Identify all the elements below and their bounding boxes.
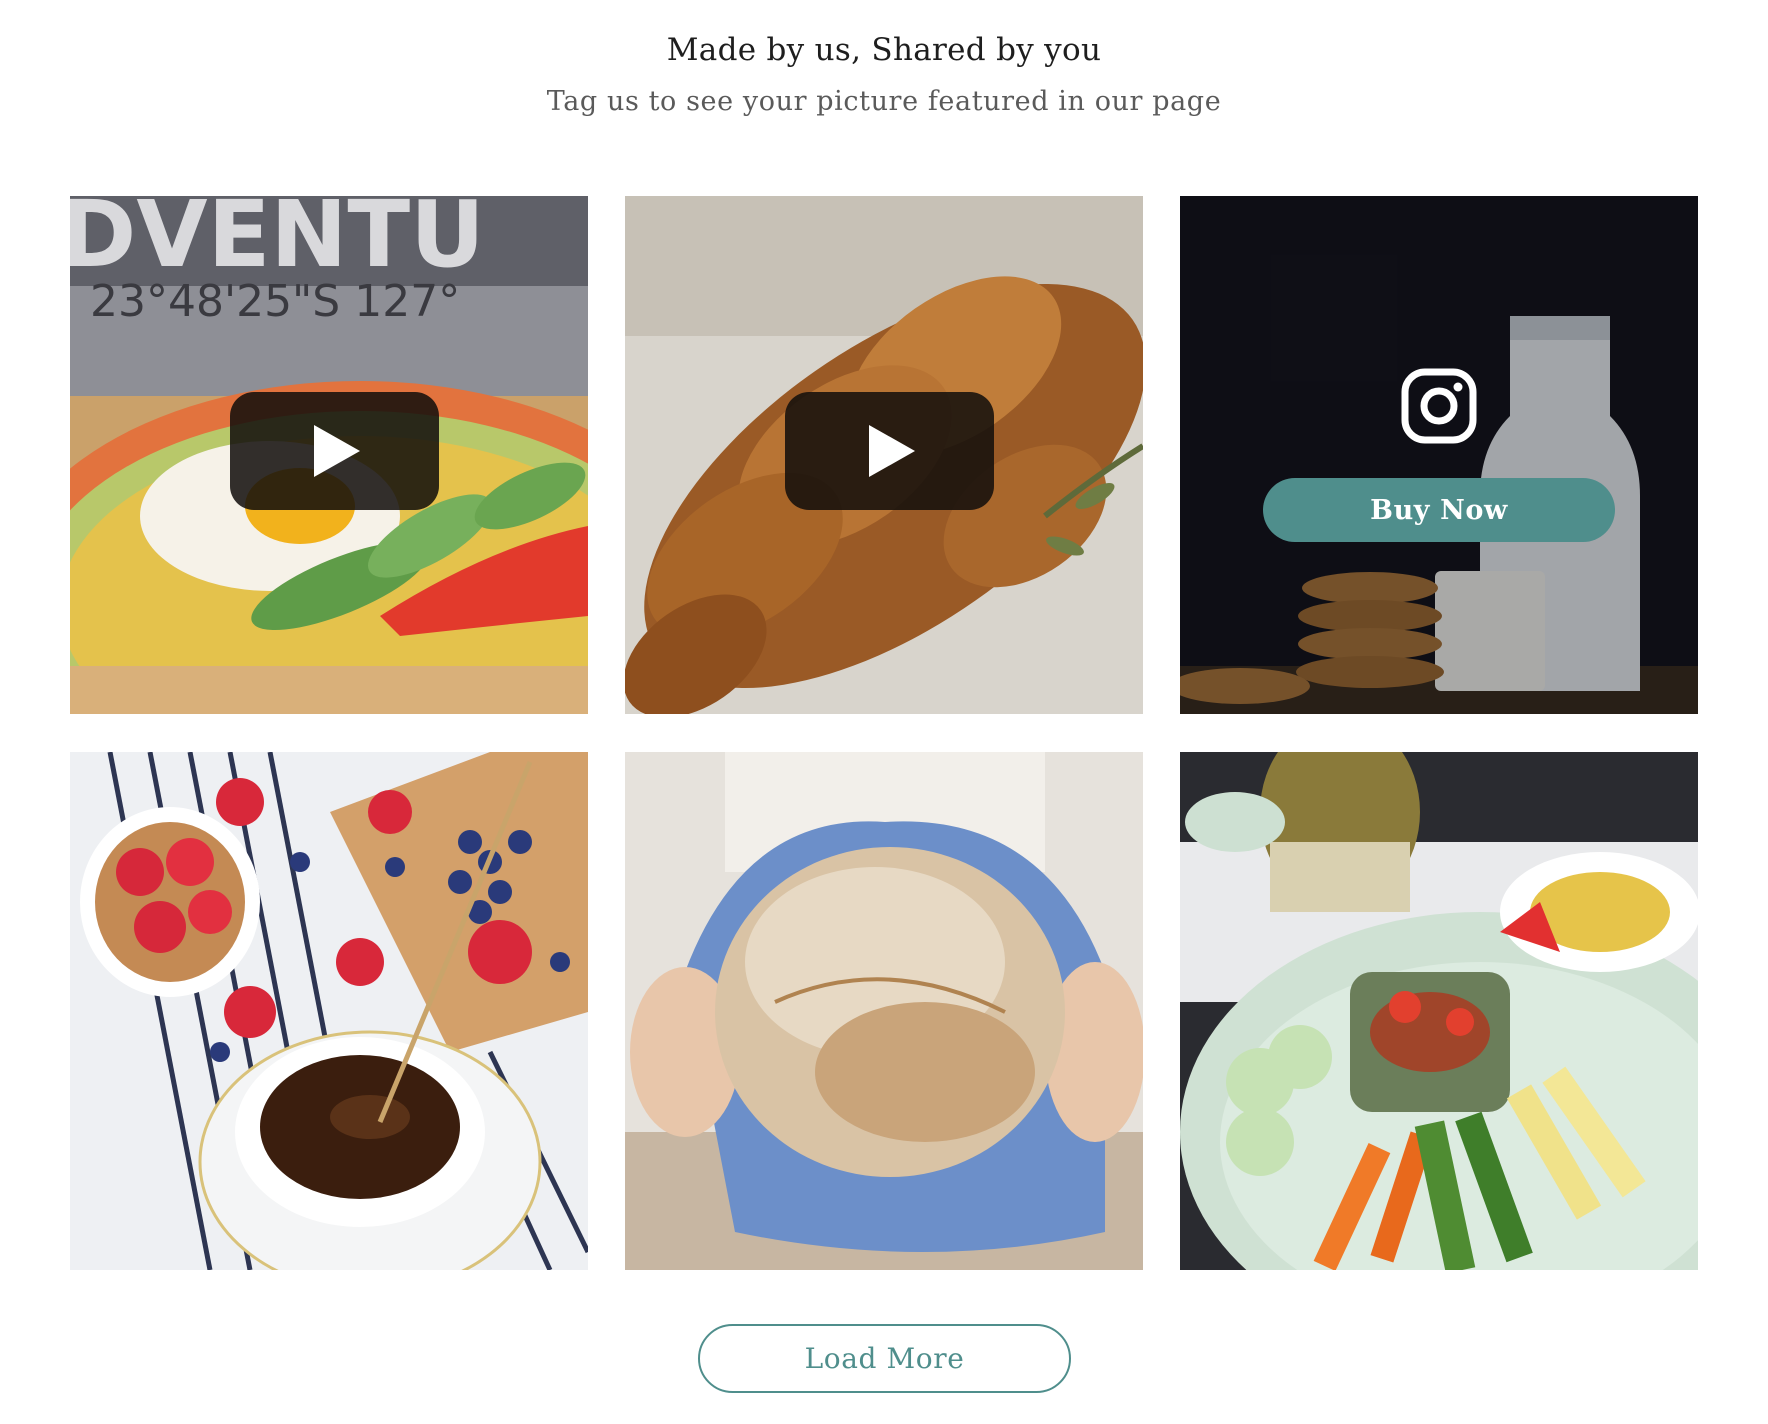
instagram-icon[interactable] xyxy=(1401,368,1477,444)
hover-overlay xyxy=(1180,196,1698,714)
thai-platter-photo xyxy=(1180,752,1698,1270)
play-icon xyxy=(869,425,915,477)
gallery-tile-milk-cookies[interactable]: Buy Now xyxy=(1180,196,1698,714)
video-play-button[interactable] xyxy=(785,392,994,510)
buy-now-button[interactable]: Buy Now xyxy=(1263,478,1615,542)
play-icon xyxy=(314,425,360,477)
video-play-button[interactable] xyxy=(230,392,439,510)
svg-text:DVENTU: DVENTU xyxy=(70,196,485,288)
strawberry-coffee-photo xyxy=(70,752,588,1270)
gallery-tile-thai-platter[interactable] xyxy=(1180,752,1698,1270)
gallery-tile-sourdough[interactable] xyxy=(625,752,1143,1270)
section-heading: Made by us, Shared by you xyxy=(666,32,1102,68)
svg-text:23°48'25"S 127°: 23°48'25"S 127° xyxy=(90,276,460,327)
gallery-tile-egg-breakfast[interactable]: DVENTU 23°48'25"S 127° xyxy=(70,196,588,714)
gallery-tile-strawberry-coffee[interactable] xyxy=(70,752,588,1270)
gallery-tile-braided-bread[interactable] xyxy=(625,196,1143,714)
section-subheading: Tag us to see your picture featured in o… xyxy=(546,86,1222,117)
ugc-gallery-section: Made by us, Shared by you Tag us to see … xyxy=(0,0,1768,1424)
sourdough-photo xyxy=(625,752,1143,1270)
photo-grid: DVENTU 23°48'25"S 127° Buy Now xyxy=(70,196,1698,1271)
load-more-button[interactable]: Load More xyxy=(698,1324,1071,1393)
